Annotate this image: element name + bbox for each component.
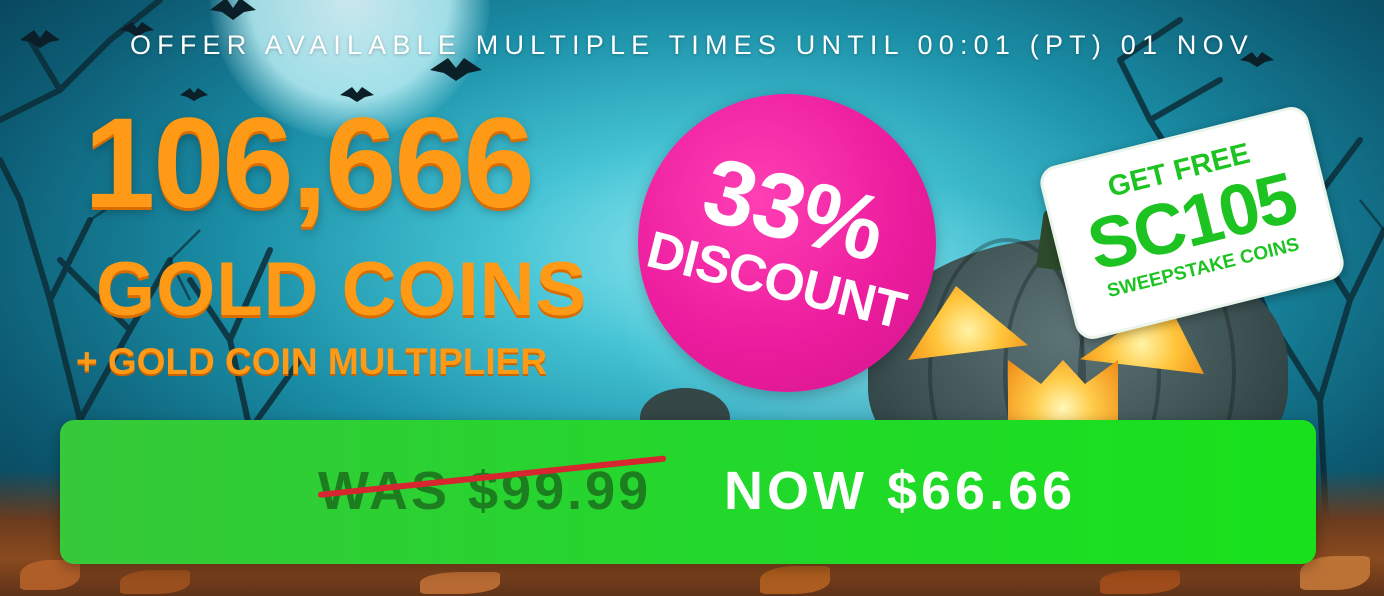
autumn-leaf [120,570,190,594]
autumn-leaf [1100,570,1180,594]
buy-price-button[interactable]: WAS $99.99 NOW $66.66 [60,420,1316,564]
autumn-leaf [760,566,830,594]
offer-expiry-headline: OFFER AVAILABLE MULTIPLE TIMES UNTIL 00:… [129,30,1255,60]
multiplier-bonus-text: + GOLD COIN MULTIPLIER [76,341,548,382]
promo-banner[interactable]: OFFER AVAILABLE MULTIPLE TIMES UNTIL 00:… [0,0,1384,596]
autumn-leaf [420,572,500,594]
sale-price: NOW $66.66 [724,461,1077,521]
discount-text: 33% DISCOUNT [625,130,949,344]
discount-badge: 33% DISCOUNT [638,94,936,392]
gold-coins-label: GOLD COINS [96,247,588,332]
autumn-leaf [20,560,80,590]
gold-coins-amount: 106,666 [84,92,535,235]
